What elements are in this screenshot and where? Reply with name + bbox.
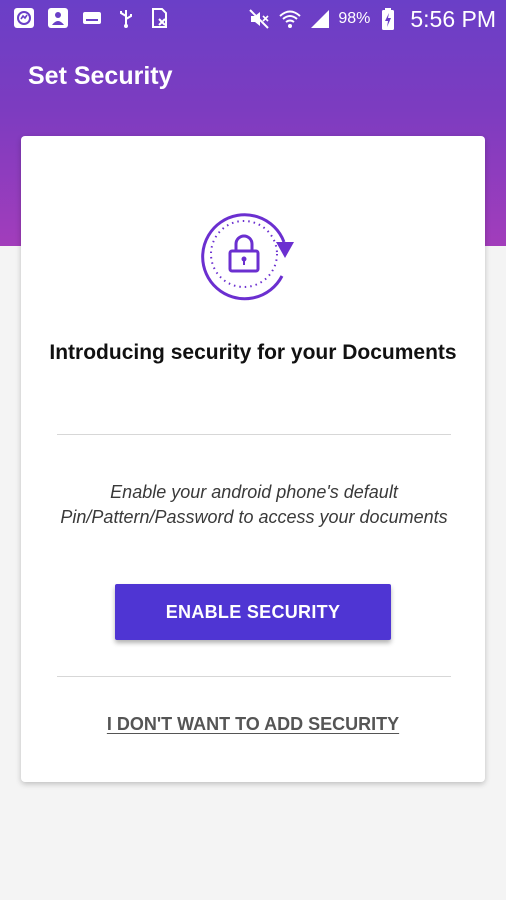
document-x-icon [148,6,172,30]
mute-icon [248,7,272,31]
divider [57,676,451,677]
keyboard-icon [80,6,104,30]
wifi-icon [278,7,302,31]
person-icon [46,6,70,30]
status-clock: 5:56 PM [410,5,496,32]
page-title: Set Security [28,62,173,90]
screen: 98% 5:56 PM Set Security Introducing sec… [0,0,506,900]
usb-icon [114,6,138,30]
divider [57,434,451,435]
status-bar: 98% 5:56 PM [0,0,506,38]
battery-percentage: 98% [338,10,371,27]
skip-security-link[interactable]: I DON'T WANT TO ADD SECURITY [41,714,465,735]
battery-charging-icon [376,7,400,31]
lock-rotate-icon [198,204,310,304]
enable-security-button[interactable]: ENABLE SECURITY [115,584,391,640]
system-icons: 98% 5:56 PM [248,4,496,34]
card-title: Introducing security for your Documents [49,341,457,364]
notification-icons [12,6,172,30]
messenger-icon [12,6,36,30]
card-description: Enable your android phone's default Pin/… [60,482,448,527]
security-card: Introducing security for your Documents … [21,136,485,782]
signal-icon [308,7,332,31]
